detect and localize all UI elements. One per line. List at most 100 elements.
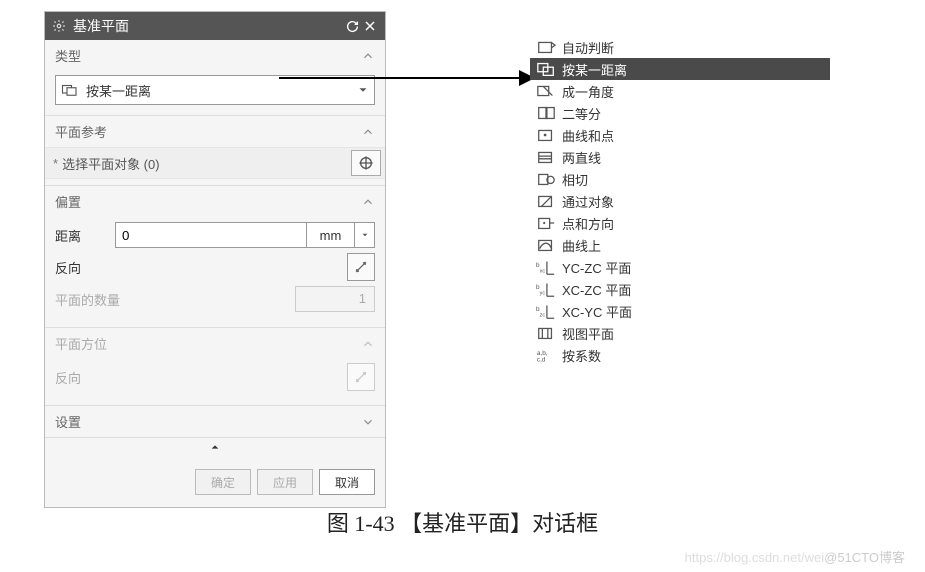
distance-row: 距离 mm: [55, 221, 375, 249]
yczc-plane-icon: bxc: [536, 259, 556, 275]
section-label: 平面方位: [55, 334, 107, 353]
section-orientation: 平面方位 反向: [45, 328, 385, 406]
point-direction-icon: [536, 215, 556, 231]
select-plane-object[interactable]: * 选择平面对象 (0): [45, 147, 385, 179]
select-plane-text: 选择平面对象 (0): [62, 154, 351, 173]
menu-item-bisect[interactable]: 二等分: [530, 102, 830, 124]
plane-count-label: 平面的数量: [55, 290, 295, 309]
titlebar[interactable]: 基准平面: [45, 12, 385, 40]
datum-plane-dialog: 基准平面 类型 按某一距离 平面参考: [44, 11, 386, 508]
angle-icon: [536, 83, 556, 99]
collapse-all-button[interactable]: [45, 438, 385, 461]
menu-item-on-curve[interactable]: 曲线上: [530, 234, 830, 256]
chevron-up-icon: [361, 125, 375, 139]
menu-item-auto-detect[interactable]: 自动判断: [530, 36, 830, 58]
reverse-row: 反向: [55, 253, 375, 281]
menu-item-label: 按系数: [562, 346, 601, 365]
menu-item-label: 曲线上: [562, 236, 601, 255]
distance-unit: mm: [307, 222, 355, 248]
xcyc-plane-icon: bzc: [536, 303, 556, 319]
menu-item-label: XC-YC 平面: [562, 302, 632, 321]
distance-icon: [60, 80, 80, 100]
menu-item-xczc-plane[interactable]: byc XC-ZC 平面: [530, 278, 830, 300]
reverse-button[interactable]: [347, 253, 375, 281]
menu-item-point-direction[interactable]: 点和方向: [530, 212, 830, 234]
menu-item-label: 自动判断: [562, 38, 614, 57]
menu-item-label: 相切: [562, 170, 588, 189]
menu-item-label: 通过对象: [562, 192, 614, 211]
menu-item-view-plane[interactable]: 视图平面: [530, 322, 830, 344]
menu-item-label: 按某一距离: [562, 60, 627, 79]
section-header-settings[interactable]: 设置: [45, 406, 385, 438]
reverse-label: 反向: [55, 258, 347, 277]
menu-item-distance[interactable]: 按某一距离: [530, 58, 830, 80]
close-button[interactable]: [361, 17, 379, 35]
svg-text:c,d: c,d: [537, 356, 546, 363]
chevron-up-icon: [361, 49, 375, 63]
apply-button: 应用: [257, 469, 313, 495]
coefficient-icon: a,b,c,d: [536, 347, 556, 363]
orientation-reverse-row: 反向: [55, 363, 375, 391]
dialog-buttons: 确定 应用 取消: [45, 461, 385, 507]
section-label: 平面参考: [55, 122, 107, 141]
menu-item-label: 曲线和点: [562, 126, 614, 145]
section-label: 偏置: [55, 192, 81, 211]
menu-item-label: 两直线: [562, 148, 601, 167]
section-label: 类型: [55, 46, 81, 65]
section-offset: 偏置 距离 mm 反向 平面的数量 1: [45, 186, 385, 328]
menu-item-yczc-plane[interactable]: bxc YC-ZC 平面: [530, 256, 830, 278]
menu-item-angle[interactable]: 成一角度: [530, 80, 830, 102]
curve-point-icon: [536, 127, 556, 143]
svg-text:xc: xc: [540, 268, 546, 274]
tangent-icon: [536, 171, 556, 187]
section-settings: 设置: [45, 406, 385, 438]
menu-item-tangent[interactable]: 相切: [530, 168, 830, 190]
watermark: https://blog.csdn.net/wei@51CTO博客: [685, 547, 905, 566]
menu-item-xcyc-plane[interactable]: bzc XC-YC 平面: [530, 300, 830, 322]
svg-text:yc: yc: [540, 290, 546, 296]
section-header-plane-ref[interactable]: 平面参考: [45, 116, 385, 147]
orientation-reverse-button: [347, 363, 375, 391]
menu-item-coefficient[interactable]: a,b,c,d 按系数: [530, 344, 830, 366]
distance-icon: [536, 61, 556, 77]
section-plane-ref: 平面参考 * 选择平面对象 (0): [45, 116, 385, 186]
two-lines-icon: [536, 149, 556, 165]
menu-item-label: YC-ZC 平面: [562, 258, 631, 277]
menu-item-through-object[interactable]: 通过对象: [530, 190, 830, 212]
type-dropdown[interactable]: 按某一距离: [55, 75, 375, 105]
section-label: 设置: [55, 412, 81, 431]
type-dropdown-menu: 自动判断按某一距离成一角度二等分曲线和点两直线相切通过对象点和方向曲线上 bxc Y…: [530, 36, 830, 366]
menu-item-label: 点和方向: [562, 214, 614, 233]
section-header-offset[interactable]: 偏置: [45, 186, 385, 217]
svg-text:zc: zc: [540, 312, 546, 318]
arrow-connector: [279, 77, 521, 79]
required-star: *: [53, 156, 58, 171]
through-object-icon: [536, 193, 556, 209]
reset-button[interactable]: [343, 17, 361, 35]
figure-caption: 图 1-43 【基准平面】对话框: [0, 506, 925, 538]
orientation-reverse-label: 反向: [55, 368, 347, 387]
watermark-suffix: @51CTO博客: [824, 550, 905, 565]
distance-label: 距离: [55, 226, 115, 245]
section-header-orientation[interactable]: 平面方位: [45, 328, 385, 359]
on-curve-icon: [536, 237, 556, 253]
ok-button: 确定: [195, 469, 251, 495]
menu-item-label: XC-ZC 平面: [562, 280, 631, 299]
watermark-prefix: https://blog.csdn.net/wei: [685, 550, 824, 565]
xczc-plane-icon: byc: [536, 281, 556, 297]
menu-item-curve-point[interactable]: 曲线和点: [530, 124, 830, 146]
distance-unit-dropdown[interactable]: [355, 222, 375, 248]
distance-input[interactable]: [115, 222, 307, 248]
view-plane-icon: [536, 325, 556, 341]
chevron-down-icon: [361, 415, 375, 429]
cancel-button[interactable]: 取消: [319, 469, 375, 495]
selection-scope-button[interactable]: [351, 150, 381, 176]
dialog-title: 基准平面: [73, 16, 343, 36]
menu-item-label: 视图平面: [562, 324, 614, 343]
section-header-type[interactable]: 类型: [45, 40, 385, 71]
plane-count-row: 平面的数量 1: [55, 285, 375, 313]
menu-item-label: 二等分: [562, 104, 601, 123]
bisect-icon: [536, 105, 556, 121]
auto-detect-icon: [536, 39, 556, 55]
menu-item-two-lines[interactable]: 两直线: [530, 146, 830, 168]
